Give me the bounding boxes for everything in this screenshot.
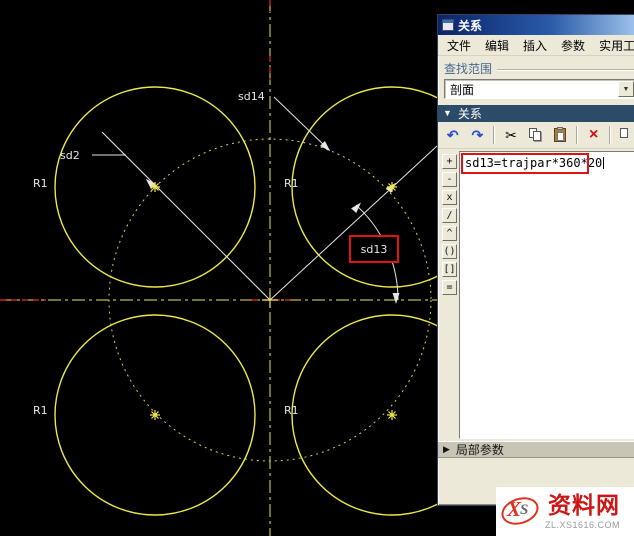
center-star-marker: [387, 410, 397, 420]
watermark-text-block: 资料网 ZL.XS1616.COM: [545, 493, 620, 529]
collapse-triangle-icon: ▼: [443, 109, 452, 118]
menu-edit[interactable]: 编辑: [478, 35, 516, 56]
copy-icon: [529, 128, 543, 142]
relations-dialog: 关系 文件 编辑 插入 参数 实用工具 查找范围 剖面 ▼ ▼ 关系 ↶ ↷ ✂: [437, 14, 634, 506]
app-screen: sd2 sd14 R1 R1 R1 R1 sd13 关系 文件 编辑 插入 参数…: [0, 0, 634, 536]
diagonal-line-upper-left[interactable]: [102, 132, 270, 300]
center-star-marker: [387, 182, 397, 192]
toolbar-separator: [493, 126, 495, 144]
dim-label-sd14[interactable]: sd14: [238, 90, 265, 103]
toolbar-separator: [576, 126, 578, 144]
relation-editor-area: + - x / ^ () [] = sd13=trajpar*360*20: [440, 151, 634, 439]
operator-multiply-button[interactable]: x: [442, 190, 457, 205]
local-params-label: 局部参数: [456, 441, 504, 458]
dialog-title: 关系: [458, 17, 482, 34]
operator-equals-button[interactable]: =: [442, 280, 457, 295]
paste-button[interactable]: [549, 124, 571, 146]
watermark: X S 资料网 ZL.XS1616.COM: [496, 487, 634, 536]
toolbar-separator: [609, 126, 611, 144]
cut-button[interactable]: ✂: [500, 124, 522, 146]
menu-insert[interactable]: 插入: [516, 35, 554, 56]
paste-icon: [554, 128, 566, 142]
radius-label-top-left[interactable]: R1: [33, 177, 48, 190]
lookin-combobox[interactable]: 剖面 ▼: [444, 79, 634, 99]
watermark-site-name: 资料网: [548, 493, 620, 518]
group-rule: [497, 69, 634, 71]
text-caret: [603, 157, 604, 169]
operator-column: + - x / ^ () [] =: [440, 151, 459, 439]
redo-button[interactable]: ↷: [467, 124, 489, 146]
watermark-url: ZL.XS1616.COM: [545, 520, 620, 530]
radius-label-top-right[interactable]: R1: [284, 177, 299, 190]
logo-letter-s: S: [520, 502, 528, 519]
dim-label-sd2[interactable]: sd2: [60, 149, 80, 162]
logo-letter-x: X: [507, 497, 521, 522]
relation-text-editor[interactable]: sd13=trajpar*360*20: [459, 151, 634, 439]
lookin-value: 剖面: [450, 81, 474, 98]
sd14-leader-line: [274, 97, 326, 147]
relation-highlight-box: [461, 153, 589, 174]
dialog-titlebar[interactable]: 关系: [438, 15, 634, 35]
relations-header-label: 关系: [458, 105, 482, 122]
operator-plus-button[interactable]: +: [442, 154, 457, 169]
local-params-section-header[interactable]: ▶ 局部参数: [438, 441, 634, 458]
copy-button[interactable]: [525, 124, 547, 146]
menu-utilities[interactable]: 实用工具: [592, 35, 634, 56]
operator-power-button[interactable]: ^: [442, 226, 457, 241]
menu-parameters[interactable]: 参数: [554, 35, 592, 56]
xs-logo-icon: X S: [498, 494, 544, 530]
clipped-toolbar-button[interactable]: [616, 124, 634, 146]
relations-section-header[interactable]: ▼ 关系: [438, 105, 634, 122]
operator-parentheses-button[interactable]: (): [442, 244, 457, 259]
undo-button[interactable]: ↶: [442, 124, 464, 146]
editor-toolbar: ↶ ↷ ✂ ×: [438, 122, 634, 149]
lookin-label: 查找范围: [444, 60, 492, 77]
dim-label-sd13[interactable]: sd13: [361, 243, 388, 256]
menubar: 文件 编辑 插入 参数 实用工具: [438, 35, 634, 56]
lookin-group: 查找范围: [444, 60, 634, 77]
center-star-marker: [150, 410, 160, 420]
center-star-marker: [150, 182, 160, 192]
operator-minus-button[interactable]: -: [442, 172, 457, 187]
operator-brackets-button[interactable]: []: [442, 262, 457, 277]
radius-label-bottom-left[interactable]: R1: [33, 404, 48, 417]
delete-button[interactable]: ×: [583, 124, 605, 146]
combo-dropdown-button[interactable]: ▼: [618, 81, 634, 97]
expand-triangle-icon: ▶: [443, 445, 450, 454]
operator-divide-button[interactable]: /: [442, 208, 457, 223]
radius-label-bottom-right[interactable]: R1: [284, 404, 299, 417]
window-icon: [442, 19, 454, 31]
clipped-icon: [620, 128, 634, 142]
menu-file[interactable]: 文件: [440, 35, 478, 56]
